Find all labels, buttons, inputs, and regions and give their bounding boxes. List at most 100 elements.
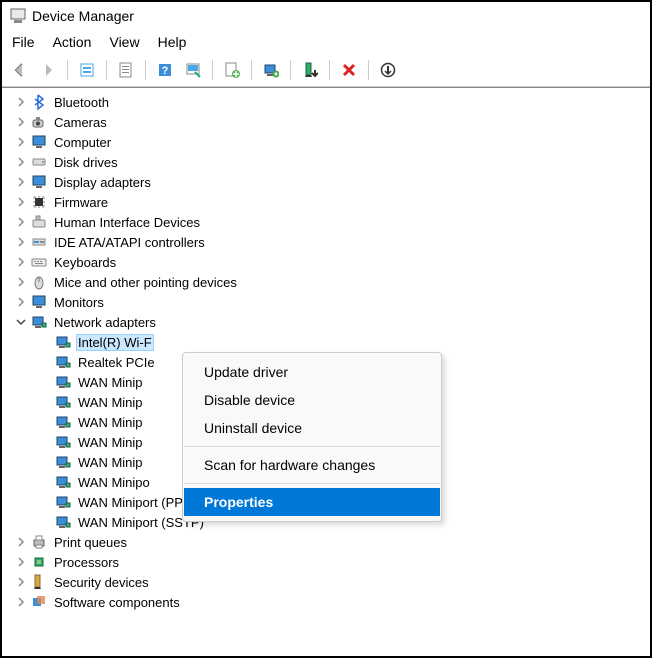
back-button[interactable] xyxy=(8,58,32,82)
svg-text:?: ? xyxy=(162,65,169,77)
netadapter-icon xyxy=(54,374,72,390)
category-label: Processors xyxy=(52,555,121,570)
camera-icon xyxy=(30,114,48,130)
tree-category[interactable]: Security devices xyxy=(14,572,650,592)
chevron-right-icon[interactable] xyxy=(14,195,28,209)
hid-icon xyxy=(30,214,48,230)
netadapter-icon xyxy=(54,514,72,530)
tree-category[interactable]: Bluetooth xyxy=(14,92,650,112)
tree-category[interactable]: Firmware xyxy=(14,192,650,212)
ctx-scan-hardware[interactable]: Scan for hardware changes xyxy=(184,451,440,479)
scan-hardware-button[interactable] xyxy=(181,58,205,82)
netadapter-icon xyxy=(54,394,72,410)
device-label: WAN Minip xyxy=(76,395,145,410)
help-button[interactable]: ? xyxy=(153,58,177,82)
netadapter-icon xyxy=(54,474,72,490)
app-icon xyxy=(10,8,26,24)
chevron-right-icon[interactable] xyxy=(14,95,28,109)
chevron-right-icon[interactable] xyxy=(14,555,28,569)
monitor-icon xyxy=(30,174,48,190)
tree-category[interactable]: Display adapters xyxy=(14,172,650,192)
properties-button[interactable] xyxy=(114,58,138,82)
category-label: Network adapters xyxy=(52,315,158,330)
security-icon xyxy=(30,574,48,590)
enable-button[interactable] xyxy=(259,58,283,82)
device-label: Realtek PCIe xyxy=(76,355,157,370)
category-label: Mice and other pointing devices xyxy=(52,275,239,290)
netadapter-icon xyxy=(54,434,72,450)
forward-button[interactable] xyxy=(36,58,60,82)
category-label: Bluetooth xyxy=(52,95,111,110)
ctx-uninstall-device[interactable]: Uninstall device xyxy=(184,414,440,442)
device-label: WAN Minip xyxy=(76,455,145,470)
ide-icon xyxy=(30,234,48,250)
netadapter-icon xyxy=(54,354,72,370)
category-label: Monitors xyxy=(52,295,106,310)
tree-category[interactable]: Monitors xyxy=(14,292,650,312)
show-hidden-button[interactable] xyxy=(75,58,99,82)
category-label: IDE ATA/ATAPI controllers xyxy=(52,235,207,250)
uninstall-button[interactable] xyxy=(337,58,361,82)
menu-help[interactable]: Help xyxy=(158,34,187,50)
category-label: Computer xyxy=(52,135,113,150)
ctx-disable-device[interactable]: Disable device xyxy=(184,386,440,414)
chevron-right-icon[interactable] xyxy=(14,295,28,309)
chevron-right-icon[interactable] xyxy=(14,575,28,589)
tree-category[interactable]: Processors xyxy=(14,552,650,572)
menu-action[interactable]: Action xyxy=(53,34,92,50)
chevron-right-icon[interactable] xyxy=(14,155,28,169)
add-legacy-button[interactable] xyxy=(376,58,400,82)
tree-category[interactable]: Print queues xyxy=(14,532,650,552)
disable-button[interactable] xyxy=(298,58,322,82)
tree-device[interactable]: Intel(R) Wi-F xyxy=(38,332,650,352)
chevron-right-icon[interactable] xyxy=(14,175,28,189)
ctx-properties[interactable]: Properties xyxy=(184,488,440,516)
category-label: Software components xyxy=(52,595,182,610)
printer-icon xyxy=(30,534,48,550)
ctx-update-driver[interactable]: Update driver xyxy=(184,358,440,386)
category-label: Disk drives xyxy=(52,155,120,170)
ctx-separator xyxy=(184,446,440,447)
chevron-down-icon[interactable] xyxy=(14,315,28,329)
tree-category[interactable]: Computer xyxy=(14,132,650,152)
software-icon xyxy=(30,594,48,610)
menu-file[interactable]: File xyxy=(12,34,35,50)
device-tree[interactable]: Bluetooth Cameras Computer Disk drives Displ… xyxy=(2,87,650,635)
chevron-right-icon[interactable] xyxy=(14,235,28,249)
mouse-icon xyxy=(30,274,48,290)
tree-category[interactable]: IDE ATA/ATAPI controllers xyxy=(14,232,650,252)
disk-icon xyxy=(30,154,48,170)
netadapter-icon xyxy=(54,454,72,470)
tree-category[interactable]: Human Interface Devices xyxy=(14,212,650,232)
keyboard-icon xyxy=(30,254,48,270)
menu-view[interactable]: View xyxy=(109,34,139,50)
tree-category[interactable]: Mice and other pointing devices xyxy=(14,272,650,292)
ctx-separator xyxy=(184,483,440,484)
chevron-right-icon[interactable] xyxy=(14,275,28,289)
chevron-right-icon[interactable] xyxy=(14,215,28,229)
tree-category[interactable]: Network adapters xyxy=(14,312,650,332)
toolbar: ? xyxy=(2,56,650,87)
category-label: Firmware xyxy=(52,195,110,210)
chevron-right-icon[interactable] xyxy=(14,255,28,269)
menu-bar: File Action View Help xyxy=(2,30,650,56)
chevron-right-icon[interactable] xyxy=(14,595,28,609)
chip-icon xyxy=(30,194,48,210)
monitor-icon xyxy=(30,294,48,310)
netadapter-icon xyxy=(54,414,72,430)
device-label: Intel(R) Wi-F xyxy=(76,334,154,351)
chevron-right-icon[interactable] xyxy=(14,535,28,549)
netadapter-icon xyxy=(54,494,72,510)
tree-category[interactable]: Keyboards xyxy=(14,252,650,272)
tree-category[interactable]: Disk drives xyxy=(14,152,650,172)
netadapter-icon xyxy=(30,314,48,330)
category-label: Security devices xyxy=(52,575,151,590)
update-driver-button[interactable] xyxy=(220,58,244,82)
chevron-right-icon[interactable] xyxy=(14,135,28,149)
device-label: WAN Minip xyxy=(76,415,145,430)
tree-category[interactable]: Cameras xyxy=(14,112,650,132)
category-label: Cameras xyxy=(52,115,109,130)
netadapter-icon xyxy=(54,334,72,350)
chevron-right-icon[interactable] xyxy=(14,115,28,129)
tree-category[interactable]: Software components xyxy=(14,592,650,612)
